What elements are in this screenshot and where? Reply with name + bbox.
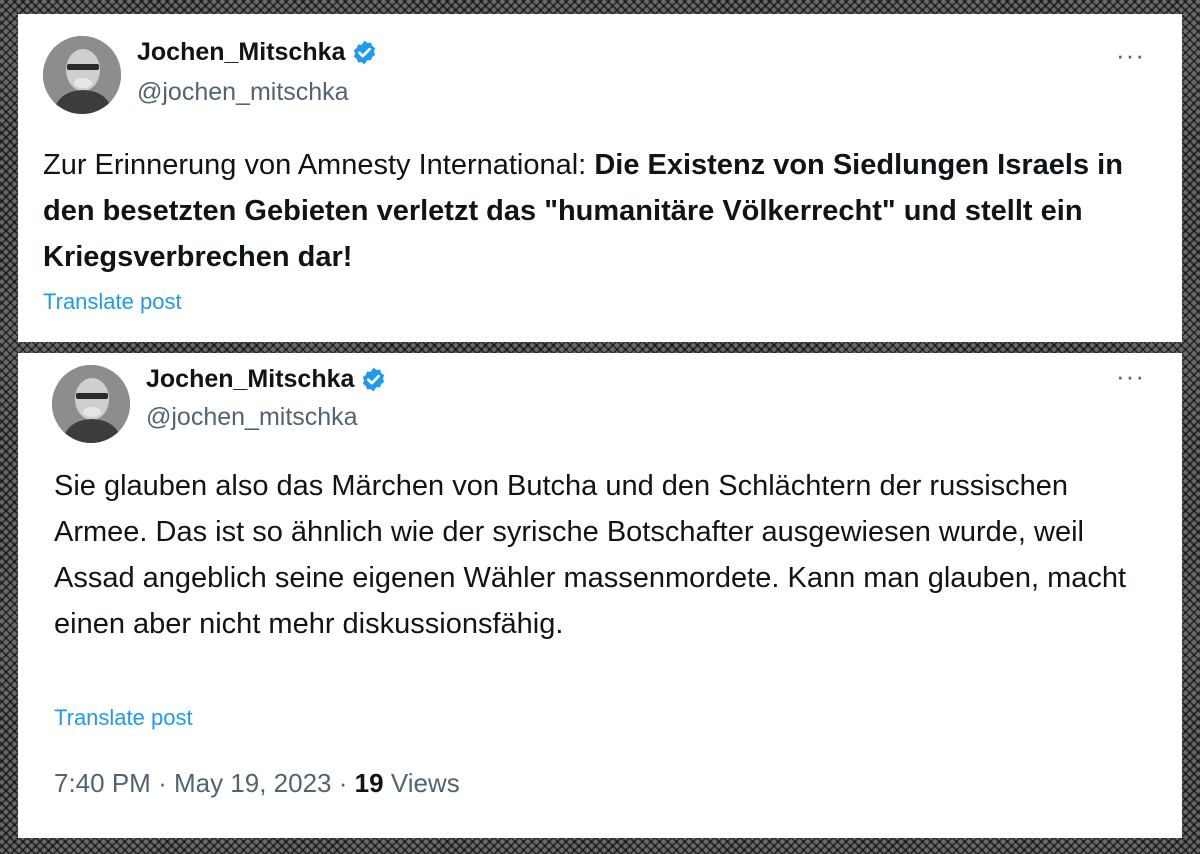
translate-post-link[interactable]: Translate post: [54, 705, 193, 731]
avatar[interactable]: [52, 365, 130, 443]
author-display-name[interactable]: Jochen_Mitschka: [146, 365, 354, 394]
translate-post-link[interactable]: Translate post: [43, 289, 182, 315]
avatar[interactable]: [43, 36, 121, 114]
tweet-text: Zur Erinnerung von Amnesty International…: [43, 142, 1163, 280]
verified-badge-icon[interactable]: [351, 39, 378, 66]
more-horizontal-icon[interactable]: ···: [1116, 42, 1145, 68]
author-handle[interactable]: @jochen_mitschka: [137, 78, 349, 107]
views-label: Views: [390, 768, 460, 798]
tweet-metadata: 7:40 PM · May 19, 2023 · 19 Views: [54, 768, 460, 799]
author-handle[interactable]: @jochen_mitschka: [146, 403, 358, 432]
tweet-card[interactable]: Jochen_Mitschka @jochen_mitschka ··· Zur…: [18, 14, 1182, 342]
tweet-text: Sie glauben also das Märchen von Butcha …: [54, 470, 1127, 640]
author-name-row: Jochen_Mitschka: [137, 38, 378, 67]
meta-separator: ·: [158, 768, 167, 798]
tweet-text-plain: Zur Erinnerung von Amnesty International…: [43, 149, 595, 181]
tweet-time[interactable]: 7:40 PM: [54, 768, 151, 798]
author-display-name[interactable]: Jochen_Mitschka: [137, 38, 345, 67]
verified-badge-icon[interactable]: [360, 366, 387, 393]
tweet-card[interactable]: Jochen_Mitschka @jochen_mitschka ··· Sie…: [18, 353, 1182, 838]
views-count: 19: [354, 768, 384, 798]
meta-separator: ·: [338, 768, 348, 798]
tweet-date[interactable]: May 19, 2023: [174, 768, 332, 798]
author-name-row: Jochen_Mitschka: [146, 365, 387, 394]
more-horizontal-icon[interactable]: ···: [1116, 363, 1145, 389]
